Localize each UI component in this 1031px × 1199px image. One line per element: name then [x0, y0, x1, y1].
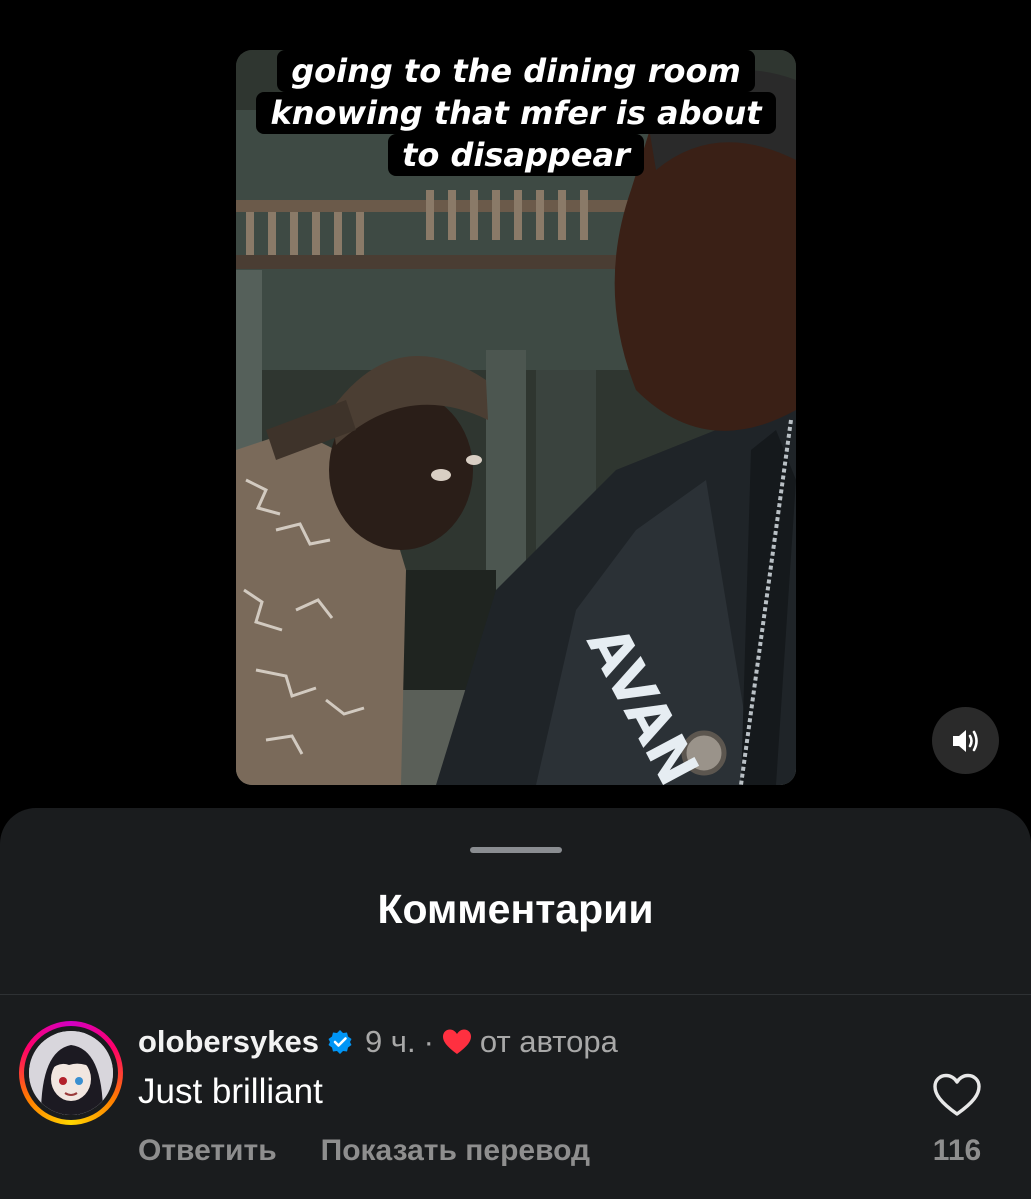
- meta-separator: ·: [423, 1024, 434, 1059]
- avatar-story-ring[interactable]: [19, 1021, 123, 1125]
- show-translation-button[interactable]: Показать перевод: [321, 1134, 590, 1168]
- caption-line-3: to disappear: [388, 134, 644, 176]
- comment-timestamp: 9 ч.: [364, 1024, 416, 1059]
- heart-filled-icon: [442, 1028, 472, 1056]
- avatar-illustration: [29, 1031, 113, 1115]
- sheet-grabber-handle[interactable]: [470, 847, 562, 853]
- comments-sheet: Комментарии olobersykes 9 ч. · от автора…: [0, 808, 1031, 1199]
- comment-meta: olobersykes 9 ч. · от автора: [138, 1024, 618, 1060]
- comments-title: Комментарии: [377, 886, 654, 932]
- reply-button[interactable]: Ответить: [138, 1134, 277, 1168]
- liked-by-author-label: от автора: [479, 1024, 618, 1059]
- like-count: 116: [932, 1134, 982, 1167]
- speaker-on-icon: [952, 729, 978, 752]
- reel-video[interactable]: AVAN going to the dining room knowing th…: [236, 50, 796, 785]
- comment-actions: Ответить Показать перевод: [138, 1134, 590, 1168]
- video-caption: going to the dining room knowing that mf…: [236, 50, 796, 176]
- caption-line-2: knowing that mfer is about: [256, 92, 776, 134]
- sound-toggle-button[interactable]: [932, 707, 999, 774]
- like-comment-button[interactable]: [932, 1072, 982, 1122]
- heart-outline-icon: [933, 1073, 981, 1116]
- comment-username[interactable]: olobersykes: [138, 1024, 319, 1060]
- header-divider: [0, 994, 1031, 995]
- caption-line-1: going to the dining room: [277, 50, 755, 92]
- comment-text: Just brilliant: [138, 1072, 323, 1111]
- avatar: [29, 1031, 113, 1115]
- verified-badge-icon: [327, 1029, 353, 1055]
